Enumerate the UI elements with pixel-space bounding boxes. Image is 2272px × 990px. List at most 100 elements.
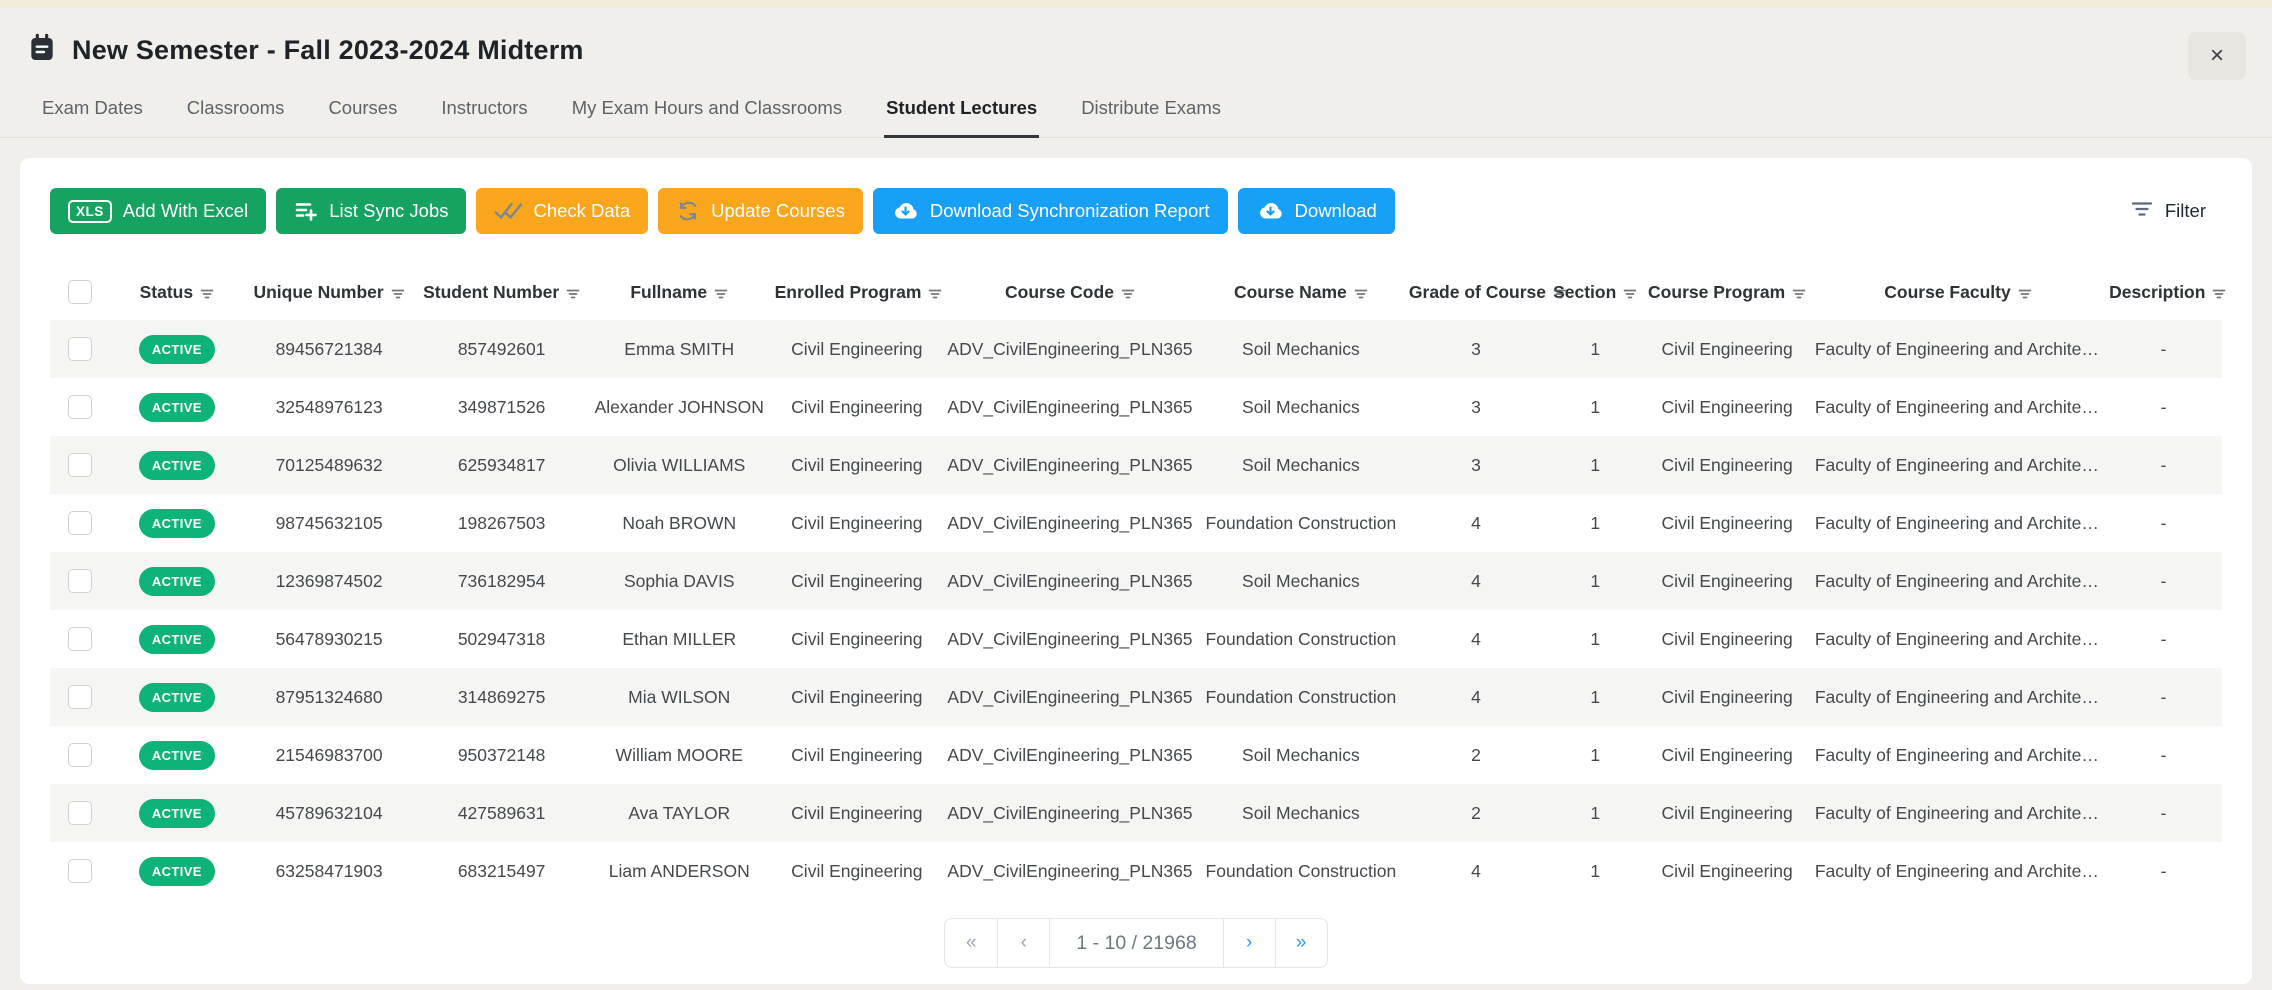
cell-status: ACTIVE	[111, 668, 243, 726]
column-header-course-code[interactable]: Course Code	[943, 266, 1197, 320]
close-button[interactable]: ×	[2188, 32, 2246, 80]
cell-course-faculty: Faculty of Engineering and Architecture	[1811, 668, 2105, 726]
cell-student-number: 950372148	[415, 726, 588, 784]
row-checkbox[interactable]	[68, 569, 92, 593]
status-badge: ACTIVE	[139, 683, 215, 712]
button-label: Download	[1295, 200, 1377, 222]
cell-section: 1	[1547, 726, 1643, 784]
status-badge: ACTIVE	[139, 741, 215, 770]
cell-student-number: 625934817	[415, 436, 588, 494]
column-header-course-faculty[interactable]: Course Faculty	[1811, 266, 2105, 320]
tab-student-lectures[interactable]: Student Lectures	[884, 89, 1039, 138]
add-with-excel-button[interactable]: XLSAdd With Excel	[50, 188, 266, 234]
row-checkbox-cell	[50, 552, 111, 610]
cell-section: 1	[1547, 842, 1643, 900]
cell-fullname: Ava TAYLOR	[588, 784, 771, 842]
row-checkbox[interactable]	[68, 337, 92, 361]
column-label: Fullname	[630, 282, 707, 302]
row-checkbox-cell	[50, 378, 111, 436]
cell-grade-of-course: 3	[1405, 436, 1547, 494]
download-button[interactable]: Download	[1238, 188, 1395, 234]
status-badge: ACTIVE	[139, 625, 215, 654]
title-bar: New Semester - Fall 2023-2024 Midterm ×	[0, 8, 2272, 69]
row-checkbox[interactable]	[68, 685, 92, 709]
list-sync-jobs-button[interactable]: List Sync Jobs	[276, 188, 466, 234]
select-all-checkbox[interactable]	[68, 280, 92, 304]
cell-grade-of-course: 2	[1405, 726, 1547, 784]
cell-grade-of-course: 3	[1405, 320, 1547, 378]
cell-course-faculty: Faculty of Engineering and Architecture	[1811, 784, 2105, 842]
cell-course-faculty: Faculty of Engineering and Architecture	[1811, 494, 2105, 552]
cell-course-faculty: Faculty of Engineering and Architecture	[1811, 436, 2105, 494]
row-checkbox[interactable]	[68, 859, 92, 883]
filter-button[interactable]: Filter	[2121, 194, 2216, 229]
table-row: ACTIVE32548976123349871526Alexander JOHN…	[50, 378, 2222, 436]
cell-grade-of-course: 4	[1405, 610, 1547, 668]
cell-status: ACTIVE	[111, 494, 243, 552]
content-card: XLSAdd With ExcelList Sync JobsCheck Dat…	[20, 158, 2252, 984]
cell-enrolled-program: Civil Engineering	[771, 668, 944, 726]
status-badge: ACTIVE	[139, 335, 215, 364]
cell-course-program: Civil Engineering	[1643, 784, 1810, 842]
sync-icon	[676, 200, 700, 222]
row-checkbox[interactable]	[68, 511, 92, 535]
pagination-next-button[interactable]: ›	[1223, 919, 1275, 967]
table-row: ACTIVE21546983700950372148William MOOREC…	[50, 726, 2222, 784]
table-row: ACTIVE45789632104427589631Ava TAYLORCivi…	[50, 784, 2222, 842]
tab-distribute-exams[interactable]: Distribute Exams	[1079, 89, 1223, 138]
tab-instructors[interactable]: Instructors	[439, 89, 529, 138]
column-header-course-program[interactable]: Course Program	[1643, 266, 1810, 320]
cell-fullname: Liam ANDERSON	[588, 842, 771, 900]
tab-classrooms[interactable]: Classrooms	[185, 89, 287, 138]
column-label: Course Program	[1648, 282, 1785, 302]
cell-course-name: Foundation Construction	[1197, 842, 1405, 900]
column-header-grade-of-course[interactable]: Grade of Course	[1405, 266, 1547, 320]
cell-section: 1	[1547, 552, 1643, 610]
xls-badge-icon: XLS	[68, 200, 112, 223]
cell-section: 1	[1547, 668, 1643, 726]
column-header-course-name[interactable]: Course Name	[1197, 266, 1405, 320]
cell-unique-number: 63258471903	[243, 842, 416, 900]
pagination-prev-button[interactable]: ‹	[997, 919, 1049, 967]
cell-course-name: Soil Mechanics	[1197, 378, 1405, 436]
column-header-fullname[interactable]: Fullname	[588, 266, 771, 320]
cell-status: ACTIVE	[111, 552, 243, 610]
row-checkbox-cell	[50, 668, 111, 726]
tab-courses[interactable]: Courses	[326, 89, 399, 138]
row-checkbox[interactable]	[68, 453, 92, 477]
download-synchronization-report-button[interactable]: Download Synchronization Report	[873, 188, 1228, 234]
cell-student-number: 349871526	[415, 378, 588, 436]
cell-enrolled-program: Civil Engineering	[771, 320, 944, 378]
row-checkbox[interactable]	[68, 743, 92, 767]
top-strip	[0, 0, 2272, 8]
cell-fullname: Mia WILSON	[588, 668, 771, 726]
cell-course-code: ADV_CivilEngineering_PLN365	[943, 726, 1197, 784]
row-checkbox[interactable]	[68, 801, 92, 825]
filter-label: Filter	[2165, 200, 2206, 222]
column-label: Student Number	[423, 282, 559, 302]
cell-course-program: Civil Engineering	[1643, 436, 1810, 494]
cell-unique-number: 21546983700	[243, 726, 416, 784]
table-head: StatusUnique Number Student Number Fullnam…	[50, 266, 2222, 320]
row-checkbox[interactable]	[68, 627, 92, 651]
cell-course-faculty: Faculty of Engineering and Architecture	[1811, 842, 2105, 900]
cell-fullname: William MOORE	[588, 726, 771, 784]
column-header-description[interactable]: Description	[2105, 266, 2222, 320]
update-courses-button[interactable]: Update Courses	[658, 188, 863, 234]
check-data-button[interactable]: Check Data	[476, 188, 648, 234]
tab-exam-dates[interactable]: Exam Dates	[40, 89, 145, 138]
cell-enrolled-program: Civil Engineering	[771, 784, 944, 842]
pagination-first-button[interactable]: «	[945, 919, 997, 967]
cell-description: -	[2105, 726, 2222, 784]
pagination-last-button[interactable]: »	[1275, 919, 1327, 967]
column-header-status[interactable]: Status	[111, 266, 243, 320]
cell-section: 1	[1547, 378, 1643, 436]
cell-fullname: Alexander JOHNSON	[588, 378, 771, 436]
tab-my-exam-hours-and-classrooms[interactable]: My Exam Hours and Classrooms	[570, 89, 844, 138]
cell-unique-number: 89456721384	[243, 320, 416, 378]
column-header-student-number[interactable]: Student Number	[415, 266, 588, 320]
cell-description: -	[2105, 842, 2222, 900]
column-header-enrolled-program[interactable]: Enrolled Program	[771, 266, 944, 320]
column-header-unique-number[interactable]: Unique Number	[243, 266, 416, 320]
row-checkbox[interactable]	[68, 395, 92, 419]
